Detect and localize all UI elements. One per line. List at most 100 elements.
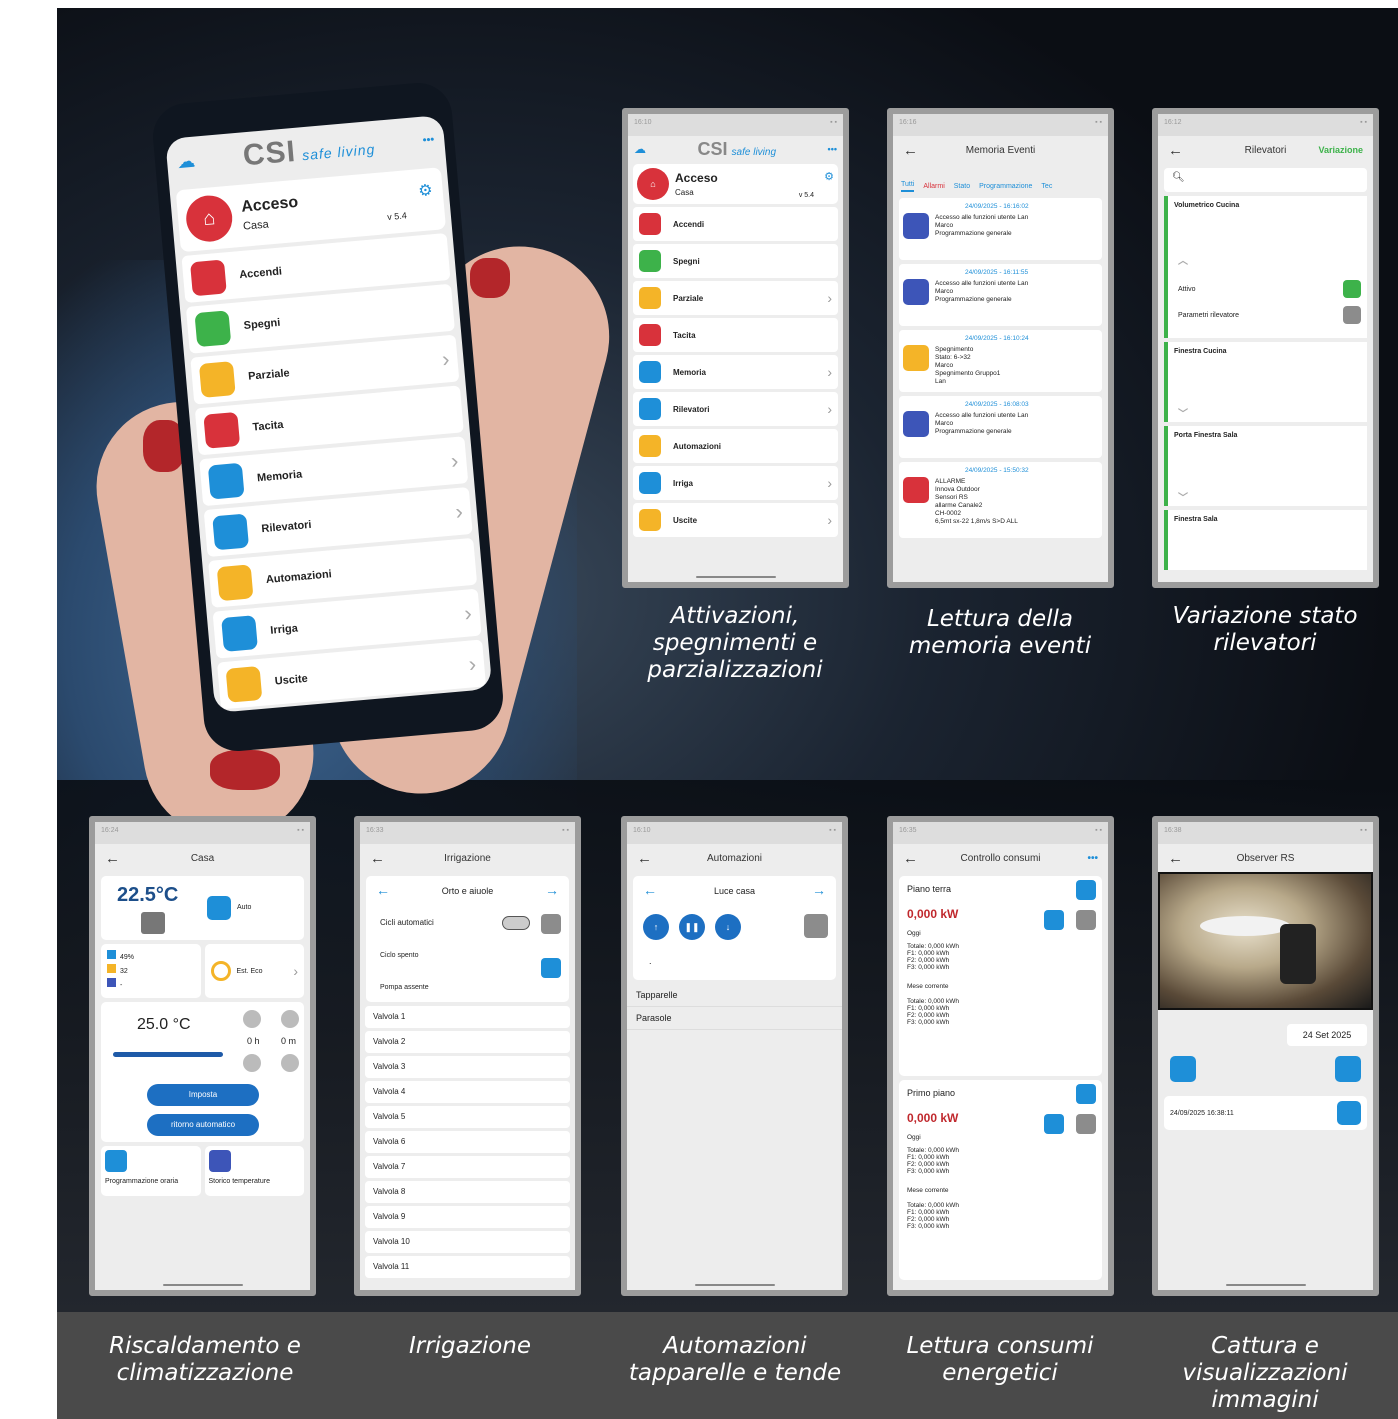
schedule-card[interactable]: Programmazione oraria <box>101 1146 201 1196</box>
detector-card[interactable]: Finestra Sala <box>1164 510 1367 570</box>
power-icon[interactable] <box>1076 1114 1096 1134</box>
down-icon[interactable]: ↓ <box>715 914 741 940</box>
valve-item[interactable]: Valvola 11 <box>365 1256 570 1278</box>
valve-item[interactable]: Valvola 1 <box>365 1006 570 1028</box>
valve-item[interactable]: Valvola 5 <box>365 1106 570 1128</box>
cloud-icon[interactable]: ☁ <box>634 142 646 156</box>
cycle-status: Ciclo spento <box>380 952 419 959</box>
power-icon[interactable] <box>1076 910 1096 930</box>
back-arrow-icon[interactable]: ← <box>105 850 133 867</box>
menu-item-uscite[interactable]: Uscite › <box>633 503 838 537</box>
minus-icon[interactable] <box>281 1054 299 1072</box>
chevron-up-icon[interactable]: ︿ <box>1178 252 1188 267</box>
chevron-down-icon[interactable]: ﹀ <box>1178 405 1188 420</box>
settings-icon[interactable] <box>804 914 828 938</box>
chevron-right-icon: › <box>440 345 451 372</box>
back-arrow-icon[interactable]: ← <box>903 142 931 159</box>
detector-card[interactable]: Porta Finestra Sala ﹀ <box>1164 426 1367 506</box>
event-card[interactable]: 24/09/2025 - 16:11:55 Accesso alle funzio… <box>899 264 1102 326</box>
tab-allarmi[interactable]: Allarmi <box>923 183 944 192</box>
back-arrow-icon[interactable]: ← <box>370 850 398 867</box>
event-line: Spegnimento Gruppo1 <box>935 370 1001 377</box>
plug-icon[interactable] <box>1044 1114 1064 1134</box>
back-arrow-icon[interactable]: ← <box>903 850 931 867</box>
pause-icon[interactable]: ❚❚ <box>679 914 705 940</box>
up-icon[interactable]: ↑ <box>643 914 669 940</box>
camera-icon[interactable] <box>1337 1101 1361 1125</box>
history-card[interactable]: Storico temperature <box>204 1146 304 1196</box>
next-arrow-icon[interactable]: → <box>812 882 826 898</box>
bar-chart-icon[interactable] <box>1076 1084 1096 1104</box>
chevron-right-icon: › <box>827 475 832 491</box>
minus-icon[interactable] <box>243 1054 261 1072</box>
plus-icon[interactable] <box>281 1010 299 1028</box>
plug-icon[interactable] <box>1044 910 1064 930</box>
menu-item-rilevatori[interactable]: Rilevatori › <box>633 392 838 426</box>
event-card[interactable]: 24/09/2025 - 16:08:03 Accesso alle funzio… <box>899 396 1102 458</box>
more-icon[interactable]: ••• <box>422 134 435 147</box>
valve-item[interactable]: Valvola 4 <box>365 1081 570 1103</box>
hand-icon[interactable] <box>541 958 561 978</box>
tab-tutti[interactable]: Tutti <box>901 181 915 192</box>
cloud-icon[interactable]: ☁ <box>176 150 196 172</box>
valve-item[interactable]: Valvola 10 <box>365 1231 570 1253</box>
more-icon[interactable]: ••• <box>828 144 837 154</box>
more-icon[interactable]: ••• <box>1087 853 1098 864</box>
back-arrow-icon[interactable]: ← <box>637 850 665 867</box>
eco-icon <box>210 961 231 981</box>
valve-item[interactable]: Valvola 2 <box>365 1031 570 1053</box>
zone-name: Orto e aiuole <box>441 886 494 896</box>
list-item-tapparelle[interactable]: Tapparelle <box>627 984 842 1007</box>
valve-item[interactable]: Valvola 8 <box>365 1181 570 1203</box>
detector-card[interactable]: Volumetrico Cucina ︿ Attivo Parametri ri… <box>1164 196 1367 338</box>
house-alarm-icon: ⌂ <box>637 168 669 200</box>
back-arrow-icon[interactable]: ← <box>1168 850 1196 867</box>
capture-entry[interactable]: 24/09/2025 16:38:11 <box>1164 1096 1367 1130</box>
valve-item[interactable]: Valvola 3 <box>365 1056 570 1078</box>
settings-icon[interactable]: ⚙ <box>417 180 434 201</box>
temperature-slider[interactable] <box>113 1052 223 1057</box>
menu-item-irriga[interactable]: Irriga › <box>633 466 838 500</box>
event-card[interactable]: 24/09/2025 - 16:10:24 Spegnimento Stato: 6… <box>899 330 1102 392</box>
search-input[interactable]: 🔍︎ <box>1164 168 1367 192</box>
chevron-down-icon[interactable]: ﹀ <box>1178 489 1188 504</box>
tab-programmazione[interactable]: Programmazione <box>979 183 1032 192</box>
add-capture-icon[interactable] <box>1170 1056 1196 1082</box>
floor-name: Piano terra <box>907 884 952 894</box>
imposta-button[interactable]: Imposta <box>147 1084 259 1106</box>
next-arrow-icon[interactable]: → <box>545 882 559 898</box>
settings-icon[interactable] <box>541 914 561 934</box>
back-arrow-icon[interactable]: ← <box>1168 142 1196 159</box>
event-line: Programmazione generale <box>935 428 1012 435</box>
eco-card[interactable]: Est. Eco › <box>204 944 304 998</box>
settings-icon[interactable]: ⚙ <box>824 170 834 183</box>
settings-icon[interactable] <box>1343 306 1361 324</box>
tab-tec[interactable]: Tec <box>1041 183 1052 192</box>
bar-chart-icon[interactable] <box>1076 880 1096 900</box>
menu-item-memoria[interactable]: Memoria › <box>633 355 838 389</box>
menu-item-parziale[interactable]: Parziale › <box>633 281 838 315</box>
event-card[interactable]: 24/09/2025 - 15:50:32 ALLARME Innova Outdo… <box>899 462 1102 538</box>
detector-card[interactable]: Finestra Cucina ﹀ <box>1164 342 1367 422</box>
menu-item-automazioni[interactable]: Automazioni <box>633 429 838 463</box>
variation-button[interactable]: Variazione <box>1318 145 1363 155</box>
camera-image[interactable] <box>1158 872 1373 1010</box>
active-toggle-icon[interactable] <box>1343 280 1361 298</box>
list-item-parasole[interactable]: Parasole <box>627 1007 842 1030</box>
event-card[interactable]: 24/09/2025 - 16:16:02 Accesso alle funzio… <box>899 198 1102 260</box>
valve-item[interactable]: Valvola 9 <box>365 1206 570 1228</box>
clock-icon[interactable] <box>207 896 231 920</box>
cycles-toggle[interactable] <box>502 916 530 930</box>
screenshot-automations: 16:10 ▪ ▪ ← Automazioni ← Luce casa → ↑ ❚❚… <box>621 816 848 1296</box>
menu-item-tacita[interactable]: Tacita <box>633 318 838 352</box>
valve-item[interactable]: Valvola 7 <box>365 1156 570 1178</box>
auto-return-button[interactable]: ritorno automatico <box>147 1114 259 1136</box>
valve-item[interactable]: Valvola 6 <box>365 1131 570 1153</box>
menu-item-spegni[interactable]: Spegni <box>633 244 838 278</box>
date-picker[interactable]: 24 Set 2025 <box>1287 1024 1367 1046</box>
menu-item-accendi[interactable]: Accendi <box>633 207 838 241</box>
plus-icon[interactable] <box>243 1010 261 1028</box>
status-card[interactable]: ⌂ Acceso Casa v 5.4 ⚙ <box>633 164 838 204</box>
tab-stato[interactable]: Stato <box>954 183 970 192</box>
save-icon[interactable] <box>1335 1056 1361 1082</box>
